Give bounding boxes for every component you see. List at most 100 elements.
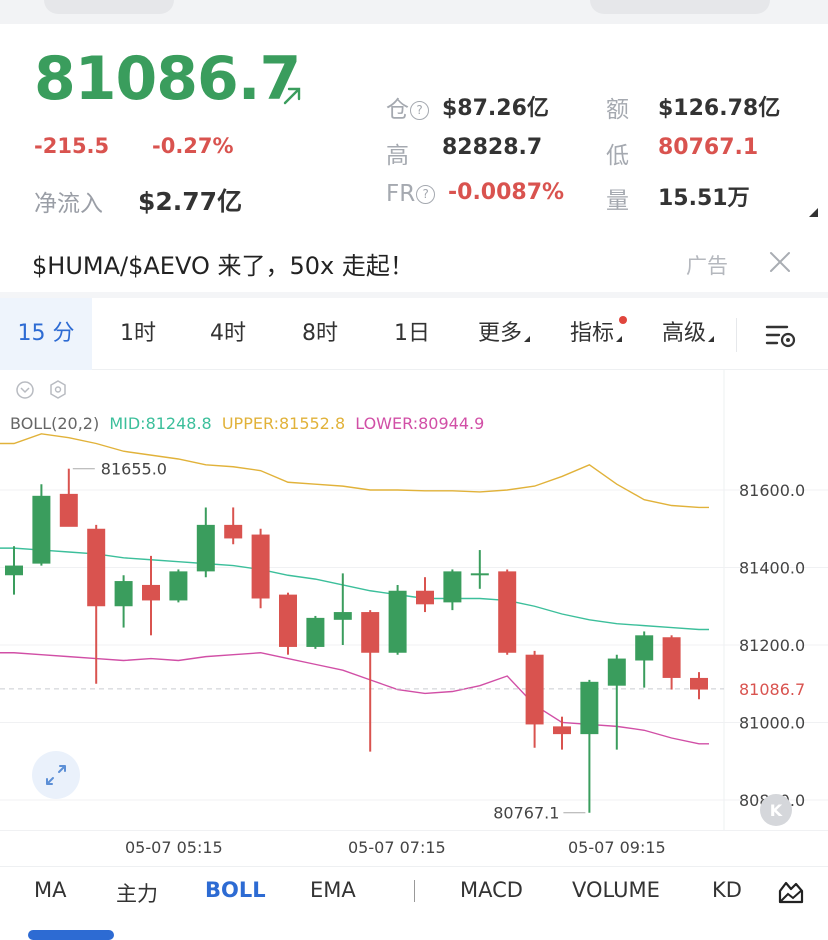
boll-mid-line: [0, 547, 709, 631]
candle-body[interactable]: [87, 528, 106, 607]
settings-hex-dot: [54, 386, 62, 393]
y-tick-label: 81600.0: [739, 481, 805, 500]
top-pill-right[interactable]: [590, 0, 770, 14]
candle-body[interactable]: [416, 590, 434, 605]
high-marker-label: 81655.0: [101, 460, 167, 479]
tab-4h[interactable]: 4时: [190, 298, 266, 370]
notification-dot: [619, 316, 627, 324]
netflow-label: 净流入: [34, 191, 103, 217]
indicator-tab-main-force[interactable]: 主力: [116, 878, 158, 908]
stat-funding-rate-label[interactable]: FR?: [386, 181, 436, 207]
boll-mid: MID:81248.8: [109, 414, 212, 433]
y-tick-label: 81200.0: [739, 636, 805, 655]
change-pct: -0.27%: [152, 134, 234, 158]
top-bar: [0, 0, 828, 24]
indicator-edit-icon[interactable]: [776, 876, 806, 906]
candle-body[interactable]: [553, 726, 571, 735]
stat-turnover-value: $126.78亿: [658, 96, 781, 121]
kline-chart-svg[interactable]: 81600.081400.081200.081000.080800.081086…: [0, 370, 828, 830]
tab-indicators[interactable]: 指标: [556, 298, 636, 370]
dropdown-triangle-icon: [708, 336, 714, 342]
x-label-2: 05-07 07:15: [348, 838, 446, 857]
boll-lower: LOWER:80944.9: [355, 414, 485, 433]
boll-lower-line: [0, 652, 709, 745]
tab-more-label: 更多: [477, 321, 522, 346]
stat-label-text: 仓: [386, 97, 409, 123]
indicator-tab-kd[interactable]: KD: [712, 878, 742, 902]
home-indicator: [28, 930, 114, 940]
tab-advanced-label: 高级: [661, 321, 706, 346]
expand-corner-icon[interactable]: [809, 208, 818, 217]
dropdown-triangle-icon: [524, 336, 530, 342]
stat-open-interest-label[interactable]: 仓?: [386, 90, 429, 124]
candle-body[interactable]: [635, 635, 654, 661]
indicator-tab-macd[interactable]: MACD: [460, 878, 523, 902]
candle-body[interactable]: [142, 584, 160, 601]
k-logo-text: K: [770, 801, 783, 820]
current-price-label: 81086.7: [739, 680, 805, 699]
candle-body[interactable]: [580, 681, 599, 735]
dropdown-triangle-icon: [616, 336, 622, 342]
tab-1d[interactable]: 1日: [374, 298, 450, 370]
candle-body[interactable]: [279, 594, 297, 647]
candle-body[interactable]: [306, 617, 325, 647]
tab-advanced[interactable]: 高级: [648, 298, 728, 370]
low-marker-label: 80767.1: [493, 804, 559, 823]
candle-body[interactable]: [690, 677, 708, 690]
ad-label: 广告: [686, 254, 728, 278]
candle-body[interactable]: [114, 581, 133, 607]
y-tick-label: 81400.0: [739, 559, 805, 578]
collapse-icon[interactable]: [16, 381, 34, 399]
last-price: 81086.7: [34, 44, 301, 114]
candle-body[interactable]: [525, 654, 544, 725]
stat-high-value: 82828.7: [442, 135, 543, 160]
tab-1h[interactable]: 1时: [100, 298, 176, 370]
indicator-tab-boll[interactable]: BOLL: [205, 878, 266, 902]
candle-body[interactable]: [251, 534, 270, 599]
settings-hex-icon[interactable]: [50, 380, 66, 399]
ad-text[interactable]: $HUMA/$AEVO 来了，50x 走起！: [32, 246, 414, 281]
stat-low-label: 低: [606, 143, 629, 169]
close-icon[interactable]: [768, 250, 792, 274]
candle-body[interactable]: [59, 493, 78, 527]
boll-legend: BOLL(20,2) MID:81248.8 UPPER:81552.8 LOW…: [10, 414, 489, 433]
stat-volume-label: 量: [606, 188, 629, 214]
stat-low-value: 80767.1: [658, 135, 759, 160]
candle-body[interactable]: [333, 612, 352, 620]
help-icon[interactable]: ?: [416, 185, 436, 204]
candle-body[interactable]: [607, 658, 626, 686]
candle-body[interactable]: [498, 571, 517, 653]
candle-body[interactable]: [388, 590, 407, 653]
change-abs: -215.5: [34, 134, 110, 158]
tab-indicators-label: 指标: [569, 321, 614, 346]
help-icon[interactable]: ?: [410, 101, 429, 120]
stat-open-interest-value: $87.26亿: [442, 96, 549, 121]
candle-body[interactable]: [470, 573, 489, 576]
y-tick-label: 81000.0: [739, 714, 805, 733]
indicator-tab-ma[interactable]: MA: [34, 878, 66, 902]
boll-name: BOLL(20,2): [10, 414, 100, 433]
top-pill-left[interactable]: [44, 0, 174, 14]
fullscreen-button[interactable]: [32, 751, 80, 799]
indicator-tab-volume[interactable]: VOLUME: [572, 878, 660, 902]
x-label-3: 05-07 09:15: [568, 838, 666, 857]
kline-chart[interactable]: 81600.081400.081200.081000.080800.081086…: [0, 370, 828, 830]
candle-body[interactable]: [662, 637, 681, 678]
candle-body[interactable]: [169, 571, 188, 601]
stat-high-label: 高: [386, 143, 409, 169]
boll-upper: UPPER:81552.8: [221, 414, 346, 433]
indicator-tab-ema[interactable]: EMA: [310, 878, 356, 902]
tab-more[interactable]: 更多: [464, 298, 544, 370]
candle-body[interactable]: [196, 524, 215, 572]
stat-funding-rate-value: -0.0087%: [448, 180, 565, 205]
x-label-1: 05-07 05:15: [125, 838, 223, 857]
candle-body[interactable]: [32, 495, 51, 564]
candle-body[interactable]: [5, 565, 23, 576]
candle-body[interactable]: [361, 612, 380, 653]
tab-15m[interactable]: 15 分: [0, 298, 92, 370]
chart-settings-icon[interactable]: [764, 320, 798, 350]
candle-body[interactable]: [224, 524, 243, 539]
tab-8h[interactable]: 8时: [282, 298, 358, 370]
candle-body[interactable]: [443, 571, 462, 603]
stat-label-text: FR: [386, 181, 416, 207]
